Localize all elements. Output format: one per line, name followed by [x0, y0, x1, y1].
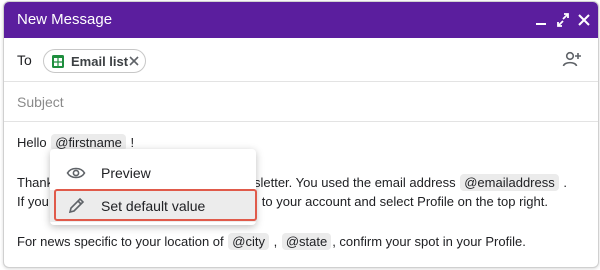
recipient-chip[interactable]: Email list — [43, 49, 146, 73]
city-placeholder-tag[interactable]: @city — [228, 233, 269, 250]
menu-item-preview-label: Preview — [101, 165, 151, 181]
profile-text: to your account and select Profile on th… — [261, 194, 548, 209]
thanks-text: newsletter. You used the email address — [230, 175, 460, 190]
emailaddress-placeholder-tag[interactable]: @emailaddress — [460, 174, 559, 191]
subject-row — [4, 82, 598, 122]
eye-icon — [66, 164, 86, 182]
to-label: To — [17, 52, 32, 68]
google-sheets-icon — [52, 55, 64, 68]
greeting-end-text: ! — [126, 135, 135, 150]
recipient-chip-label: Email list — [71, 54, 129, 69]
to-row: To Email list — [4, 38, 598, 82]
pencil-icon — [66, 197, 86, 215]
remove-recipient-icon[interactable] — [127, 54, 141, 68]
menu-item-set-default-value[interactable]: Set default value — [50, 190, 256, 222]
greeting-text: Hello — [17, 135, 51, 150]
close-icon[interactable] — [574, 9, 594, 31]
profile-text-start: If you — [17, 194, 49, 209]
thanks-end-text: . — [559, 175, 567, 190]
add-recipients-icon[interactable] — [560, 49, 582, 69]
menu-item-set-default-value-label: Set default value — [101, 198, 206, 214]
location-end-text: , confirm your spot in your Profile. — [332, 234, 526, 249]
placeholder-context-menu: Preview Set default value — [50, 149, 256, 225]
compose-titlebar: New Message — [4, 2, 598, 38]
window-title: New Message — [17, 11, 113, 28]
location-separator: , — [269, 234, 281, 249]
subject-input[interactable] — [17, 91, 577, 113]
thanks-text-start: Thank — [17, 175, 54, 190]
location-text: For news specific to your location of — [17, 234, 228, 249]
state-placeholder-tag[interactable]: @state — [281, 233, 332, 250]
minimize-icon[interactable] — [531, 9, 551, 31]
menu-item-preview[interactable]: Preview — [50, 157, 256, 189]
body-line-location[interactable]: For news specific to your location of @c… — [17, 233, 526, 250]
expand-icon[interactable] — [553, 9, 573, 31]
compose-window: New Message To Email list Subject Hello … — [3, 1, 599, 268]
